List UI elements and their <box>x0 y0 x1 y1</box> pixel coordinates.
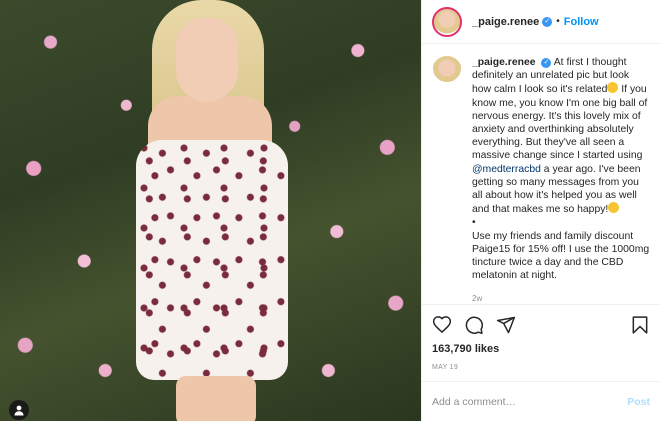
photo-dress <box>136 140 288 380</box>
avatar[interactable] <box>432 6 462 37</box>
caption-age[interactable]: 2w <box>472 292 650 304</box>
comment-icon[interactable] <box>464 315 484 335</box>
action-icons <box>432 313 650 337</box>
follow-button[interactable]: Follow <box>564 16 599 28</box>
photo-subject <box>120 0 300 421</box>
post-comment-button[interactable]: Post <box>627 396 650 408</box>
header-separator: • <box>556 16 560 27</box>
caption-username[interactable]: _paige.renee <box>472 57 536 68</box>
caption-text-part4: • Use my friends and family discount Pai… <box>472 217 650 282</box>
action-bar: 163,790 likes MAY 19 <box>422 304 660 371</box>
header-username[interactable]: _paige.renee <box>472 16 539 28</box>
hugging-face-emoji-icon <box>608 202 620 214</box>
bookmark-icon[interactable] <box>630 315 650 335</box>
mention-link[interactable]: @medterracbd <box>472 164 541 175</box>
comments-section[interactable]: _paige.renee ✓ At first I thought defini… <box>422 44 660 304</box>
post-header: _paige.renee ✓ • Follow <box>422 0 660 44</box>
post-photo[interactable] <box>0 0 421 421</box>
comment-input[interactable] <box>432 395 628 408</box>
instagram-post: _paige.renee ✓ • Follow _paige.renee ✓ A… <box>0 0 660 421</box>
share-icon[interactable] <box>496 315 516 335</box>
caption-text-part2: If you know me, you know I'm one big bal… <box>472 84 651 162</box>
post-date[interactable]: MAY 19 <box>432 364 650 371</box>
verified-badge-icon: ✓ <box>542 16 553 27</box>
caption-verified-badge-icon: ✓ <box>541 58 552 68</box>
photo-legs <box>176 376 256 421</box>
post-sidebar: _paige.renee ✓ • Follow _paige.renee ✓ A… <box>421 0 660 421</box>
photo-face <box>176 18 238 102</box>
user-tag-icon[interactable] <box>9 400 29 420</box>
add-comment-bar: Post <box>422 381 660 421</box>
likes-count[interactable]: 163,790 likes <box>432 343 650 355</box>
grinning-sweat-emoji-icon <box>607 82 619 94</box>
heart-icon[interactable] <box>432 315 452 335</box>
caption-avatar[interactable] <box>432 56 462 86</box>
caption-text: _paige.renee ✓ At first I thought defini… <box>472 56 650 282</box>
caption: _paige.renee ✓ At first I thought defini… <box>432 56 650 304</box>
caption-body: _paige.renee ✓ At first I thought defini… <box>472 56 650 304</box>
